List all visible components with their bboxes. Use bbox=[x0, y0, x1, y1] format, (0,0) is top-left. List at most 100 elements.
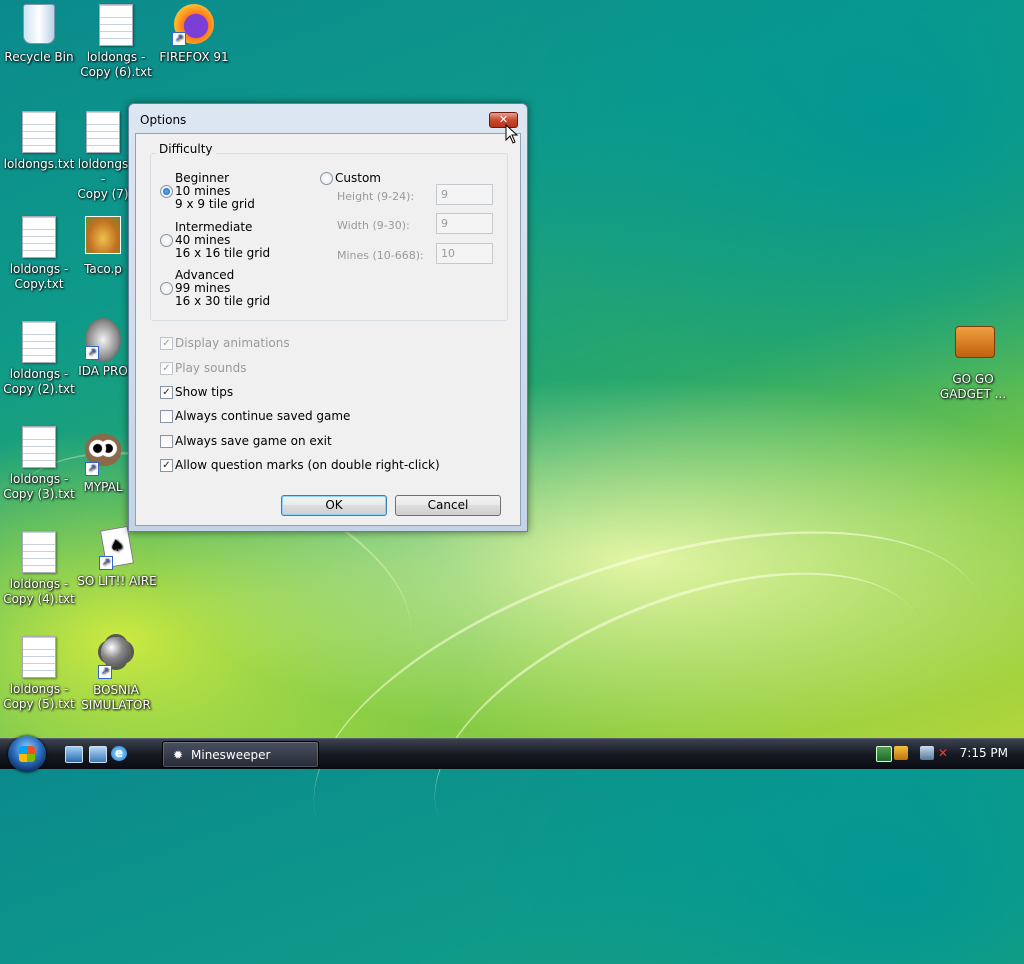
desktop-icon-label: loldongs - Copy (6).txt bbox=[80, 50, 152, 79]
question-marks-checkbox[interactable]: ✓ bbox=[160, 459, 173, 472]
shortcut-arrow-icon: ↗ bbox=[99, 556, 113, 570]
desktop-icon-label: IDA PRO bbox=[78, 364, 128, 378]
desktop-icon-solitaire[interactable]: ♠ ↗ SO LIT!! AIRE bbox=[77, 525, 157, 589]
width-label: Width (9-30): bbox=[337, 219, 410, 232]
desktop-icon-label: loldongs - Copy (4).txt bbox=[3, 577, 75, 606]
save-game-on-exit-checkbox[interactable] bbox=[160, 435, 173, 448]
save-game-on-exit-label[interactable]: Always save game on exit bbox=[175, 435, 332, 448]
desktop-icon-label: MYPAL bbox=[83, 480, 123, 494]
desktop-icon-bosnia-simulator[interactable]: ↗ BOSNIA SIMULATOR bbox=[77, 633, 155, 713]
desktop-icon-label: FIREFOX 91 bbox=[159, 50, 229, 64]
desktop-icon-file[interactable]: loldongs.txt bbox=[0, 111, 78, 172]
text-file-icon bbox=[21, 426, 57, 468]
desktop-icon-label: loldongs.txt bbox=[3, 157, 75, 171]
desktop-icon-label: SO LIT!! AIRE bbox=[77, 574, 157, 588]
ida-pro-icon: ↗ bbox=[85, 318, 121, 362]
mines-field[interactable]: 10 bbox=[436, 243, 493, 264]
shortcut-arrow-icon: ↗ bbox=[172, 32, 186, 46]
windows-logo-icon bbox=[19, 746, 35, 762]
question-marks-label[interactable]: Allow question marks (on double right-cl… bbox=[175, 459, 440, 472]
desktop-icon-file[interactable]: loldongs - Copy (3).txt bbox=[0, 426, 78, 502]
desktop-icon-label: loldongs - Copy (7) bbox=[77, 157, 129, 201]
internet-explorer-icon[interactable]: e bbox=[111, 746, 127, 761]
dialog-client-area: Difficulty Beginner 10 mines 9 x 9 tile … bbox=[135, 133, 521, 526]
desktop-icon-label: loldongs - Copy (3).txt bbox=[3, 472, 75, 501]
desktop-icon-label: loldongs - Copy.txt bbox=[9, 262, 69, 291]
continue-saved-game-checkbox[interactable] bbox=[160, 410, 173, 423]
image-file-icon bbox=[85, 216, 121, 258]
beginner-radio[interactable] bbox=[160, 185, 173, 198]
mine-icon: ✹ bbox=[173, 748, 184, 762]
desktop-icon-file[interactable]: loldongs - Copy (2).txt bbox=[0, 321, 78, 397]
desktop-icon-file[interactable]: loldongs - Copy (5).txt bbox=[0, 636, 78, 712]
show-desktop-icon[interactable] bbox=[65, 746, 83, 763]
text-file-icon bbox=[21, 636, 57, 678]
width-field[interactable]: 9 bbox=[436, 213, 493, 234]
shortcut-arrow-icon: ↗ bbox=[85, 462, 99, 476]
taskbar-button-minesweeper[interactable]: ✹ Minesweeper bbox=[162, 741, 319, 768]
text-file-icon bbox=[98, 4, 134, 46]
desktop-icon-recycle-bin[interactable]: Recycle Bin bbox=[0, 4, 78, 65]
text-file-icon bbox=[21, 531, 57, 573]
firefox-icon: ↗ bbox=[172, 4, 216, 46]
tray-security-icon[interactable] bbox=[894, 746, 908, 760]
raccoon-icon: ↗ bbox=[85, 434, 121, 476]
shortcut-arrow-icon: ↗ bbox=[85, 346, 99, 360]
desktop-icon-file[interactable]: loldongs - Copy (4).txt bbox=[0, 531, 78, 607]
beginner-grid: 9 x 9 tile grid bbox=[175, 197, 255, 211]
text-file-icon bbox=[85, 111, 121, 153]
desktop-icon-label: loldongs - Copy (2).txt bbox=[3, 367, 75, 396]
dialog-titlebar[interactable]: Options ✕ bbox=[129, 104, 527, 134]
desktop-icon-file[interactable]: loldongs - Copy (7) bbox=[77, 111, 129, 202]
display-animations-label: Display animations bbox=[175, 336, 290, 350]
recycle-bin-icon bbox=[21, 4, 57, 46]
desktop-icon-label: GO GO GADGET ... bbox=[939, 372, 1007, 401]
display-animations-checkbox[interactable]: ✓ bbox=[160, 337, 173, 350]
cancel-button[interactable]: Cancel bbox=[395, 495, 501, 516]
start-button[interactable] bbox=[8, 736, 46, 772]
network-icon[interactable] bbox=[920, 746, 934, 760]
clock[interactable]: 7:15 PM bbox=[960, 746, 1008, 760]
show-tips-checkbox[interactable]: ✓ bbox=[160, 386, 173, 399]
desktop-icon-label: loldongs - Copy (5).txt bbox=[3, 682, 75, 711]
difficulty-group-label: Difficulty bbox=[156, 142, 216, 156]
intermediate-radio[interactable] bbox=[160, 234, 173, 247]
intermediate-grid: 16 x 16 tile grid bbox=[175, 246, 271, 260]
custom-label[interactable]: Custom bbox=[335, 172, 381, 185]
desktop-icon-label: Taco.p bbox=[84, 262, 122, 276]
tray-app-icon[interactable] bbox=[876, 746, 892, 762]
desktop-icon-taco[interactable]: Taco.p bbox=[77, 216, 129, 277]
system-tray: ✕ 7:15 PM bbox=[864, 739, 1024, 769]
desktop-icon-file[interactable]: loldongs - Copy (6).txt bbox=[77, 4, 155, 80]
desktop-icon-file[interactable]: loldongs - Copy.txt bbox=[0, 216, 78, 292]
ok-button[interactable]: OK bbox=[281, 495, 387, 516]
taskbar: e ✹ Minesweeper ✕ 7:15 PM bbox=[0, 736, 1024, 772]
mines-label: Mines (10-668): bbox=[337, 249, 424, 262]
desktop-icon-label: BOSNIA SIMULATOR bbox=[81, 683, 151, 712]
switch-windows-icon[interactable] bbox=[89, 746, 107, 763]
continue-saved-game-label[interactable]: Always continue saved game bbox=[175, 410, 350, 423]
custom-radio[interactable] bbox=[320, 172, 333, 185]
briefcase-icon bbox=[955, 326, 995, 368]
desktop-icon-firefox[interactable]: ↗ FIREFOX 91 bbox=[155, 4, 233, 65]
mouse-cursor-icon bbox=[505, 124, 519, 144]
options-dialog: Options ✕ Difficulty Beginner 10 mines 9… bbox=[128, 103, 528, 532]
dialog-title: Options bbox=[140, 113, 187, 127]
height-field[interactable]: 9 bbox=[436, 184, 493, 205]
play-sounds-checkbox[interactable]: ✓ bbox=[160, 362, 173, 375]
volume-muted-icon[interactable]: ✕ bbox=[938, 746, 952, 760]
play-sounds-label: Play sounds bbox=[175, 361, 247, 375]
show-tips-label[interactable]: Show tips bbox=[175, 386, 233, 399]
desktop-icon-mypal[interactable]: ↗ MYPAL bbox=[77, 428, 129, 495]
shortcut-arrow-icon: ↗ bbox=[98, 665, 112, 679]
height-label: Height (9-24): bbox=[337, 190, 415, 203]
desktop-icon-ida-pro[interactable]: ↗ IDA PRO bbox=[77, 318, 129, 379]
advanced-radio[interactable] bbox=[160, 282, 173, 295]
desktop-icon-gadget[interactable]: GO GO GADGET ... bbox=[934, 318, 1012, 402]
taskbar-button-label: Minesweeper bbox=[191, 748, 271, 762]
text-file-icon bbox=[21, 111, 57, 153]
text-file-icon bbox=[21, 321, 57, 363]
text-file-icon bbox=[21, 216, 57, 258]
cards-icon: ♠ ↗ bbox=[99, 525, 135, 570]
advanced-grid: 16 x 30 tile grid bbox=[175, 294, 271, 308]
